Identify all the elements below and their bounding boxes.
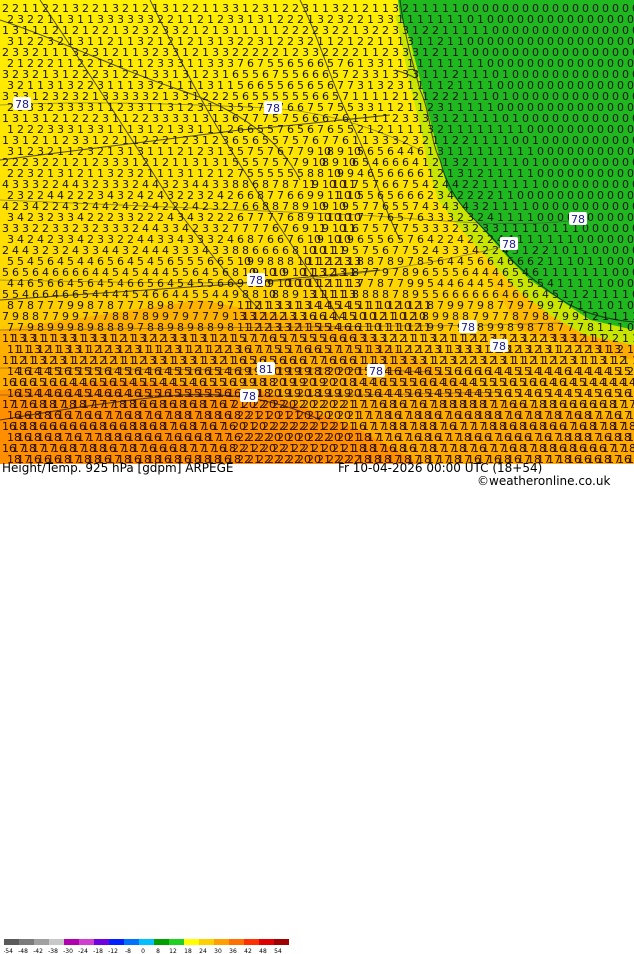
chart-title: Height/Temp. 925 hPa [gdpm] ARPEGE	[2, 461, 234, 475]
legend-swatch	[79, 939, 94, 945]
contour-label-text: 78	[266, 102, 280, 115]
legend-tick: -12	[108, 948, 118, 954]
legend-tick: -30	[63, 948, 73, 954]
legend-swatch	[199, 939, 214, 945]
legend-swatch	[274, 939, 289, 945]
legend-tick: 42	[244, 948, 252, 954]
contour-label-text: 81	[259, 363, 273, 376]
legend-tick: -38	[48, 948, 58, 954]
contour-label-text: 78	[502, 238, 516, 251]
legend-swatch	[244, 939, 259, 945]
contour-label-text: 78	[461, 321, 475, 334]
legend-swatch	[64, 939, 79, 945]
legend-swatch	[214, 939, 229, 945]
valid-datetime: Fr 10-04-2026 00:00 UTC (18+54)	[338, 461, 543, 475]
legend-tick: 8	[156, 948, 160, 954]
legend-swatch	[94, 939, 109, 945]
contour-label-text: 78	[15, 98, 29, 111]
temperature-legend: -54 -48 -42 -38 -30 -24 -18 -12 -8 0 8 12 18 24 30 36 42…	[4, 939, 289, 954]
legend-swatch	[49, 939, 64, 945]
legend-swatch	[34, 939, 49, 945]
legend-swatch	[124, 939, 139, 945]
contour-label: 78	[247, 273, 265, 287]
legend-tick: 24	[199, 948, 207, 954]
credit-link[interactable]: ©weatheronline.co.uk	[477, 474, 610, 488]
legend-swatch	[19, 939, 34, 945]
footer: Height/Temp. 925 hPa [gdpm] ARPEGE Fr 10…	[0, 461, 634, 954]
contour-label: 78	[367, 364, 385, 378]
legend-tick: -18	[93, 948, 103, 954]
legend-tick: -24	[78, 948, 88, 954]
contour-label: 78	[500, 237, 518, 251]
legend-swatch	[169, 939, 184, 945]
contour-label: 78	[13, 97, 31, 111]
legend-tick: 12	[169, 948, 177, 954]
legend-tick: 0	[141, 948, 145, 954]
legend-swatch	[4, 939, 19, 945]
contour-label-text: 78	[242, 390, 256, 403]
legend-swatch	[229, 939, 244, 945]
temperature-map: 2211221322132121312211331231223113212113…	[0, 0, 634, 464]
legend-tick: 54	[274, 948, 282, 954]
legend-swatch	[154, 939, 169, 945]
legend-tick: -48	[18, 948, 28, 954]
contour-label-text: 78	[492, 340, 506, 353]
legend-swatch	[259, 939, 274, 945]
svg-text:17: 17	[627, 453, 634, 464]
legend-tick: -54	[4, 948, 13, 954]
legend-swatch	[184, 939, 199, 945]
contour-label: 78	[490, 339, 508, 353]
contour-label: 78	[459, 320, 477, 334]
contour-label: 78	[240, 389, 258, 403]
legend-tick: 18	[184, 948, 192, 954]
contour-label-text: 78	[571, 213, 585, 226]
map-area: 2211221322132121312211331231223113212113…	[0, 0, 634, 464]
legend-tick: 30	[214, 948, 222, 954]
legend-tick: 48	[259, 948, 267, 954]
legend-tick: -8	[125, 948, 131, 954]
legend-tick: 36	[229, 948, 237, 954]
contour-label: 78	[264, 101, 282, 115]
contour-label: 81	[257, 362, 275, 376]
contour-label-text: 78	[249, 274, 263, 287]
contour-label-text: 78	[369, 365, 383, 378]
legend-swatch	[109, 939, 124, 945]
legend-tick: -42	[33, 948, 43, 954]
contour-label: 78	[569, 212, 587, 226]
legend-swatch	[139, 939, 154, 945]
